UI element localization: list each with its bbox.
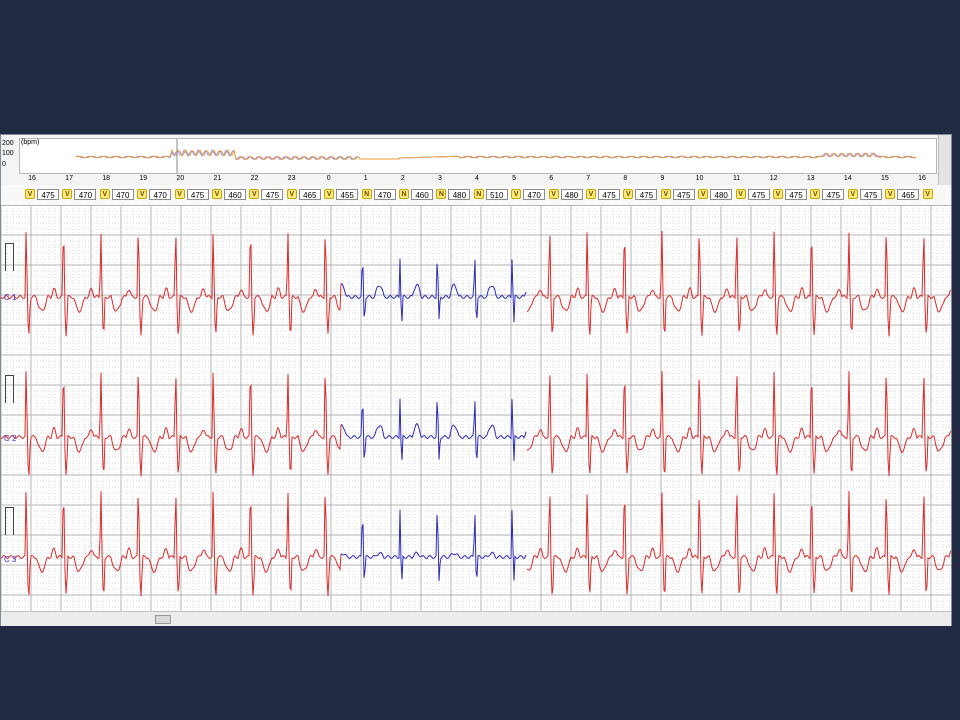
- trend-hour-label: 1: [363, 175, 368, 182]
- beat-type-tag[interactable]: V: [810, 189, 821, 199]
- trend-y-label-bottom: 0: [2, 161, 6, 168]
- trend-plot-area[interactable]: [19, 138, 937, 174]
- rr-interval-value: 470: [149, 189, 172, 200]
- rr-interval-value: 475: [635, 189, 658, 200]
- beat-type-tag[interactable]: V: [660, 189, 671, 199]
- rr-interval-value: 455: [336, 189, 359, 200]
- trend-hour-label: 8: [623, 175, 628, 182]
- beat-type-tag[interactable]: V: [324, 189, 335, 199]
- trend-hour-label: 0: [326, 175, 331, 182]
- rr-interval-value: 470: [111, 189, 134, 200]
- rr-interval-value: 475: [747, 189, 770, 200]
- trend-y-label-top: 200: [2, 140, 14, 147]
- trend-hour-label: 6: [549, 175, 554, 182]
- rr-interval-value: 470: [523, 189, 546, 200]
- trend-hour-label: 9: [660, 175, 665, 182]
- beat-type-tag[interactable]: V: [286, 189, 297, 199]
- beat-type-tag[interactable]: V: [174, 189, 185, 199]
- beat-type-tag[interactable]: V: [885, 189, 896, 199]
- beat-type-tag[interactable]: V: [62, 189, 73, 199]
- trend-hour-label: 7: [586, 175, 591, 182]
- trend-hour-label: 22: [250, 175, 259, 182]
- beat-type-tag[interactable]: V: [623, 189, 634, 199]
- rr-interval-value: 480: [710, 189, 733, 200]
- beat-type-tag[interactable]: V: [25, 189, 35, 199]
- beat-type-tag[interactable]: V: [511, 189, 522, 199]
- beat-type-tag[interactable]: V: [698, 189, 709, 199]
- rr-interval-value: 480: [448, 189, 471, 200]
- beat-type-tag[interactable]: V: [586, 189, 596, 199]
- trend-hour-label: 3: [437, 175, 442, 182]
- rr-interval-value: 465: [298, 189, 321, 200]
- trend-hour-label: 13: [806, 175, 815, 182]
- channel-label-c1: C 1: [4, 293, 17, 302]
- ecg-trace-channel-2: [0, 371, 952, 477]
- trend-line: [75, 148, 917, 161]
- beat-type-tag[interactable]: V: [249, 189, 260, 199]
- rr-interval-value: 480: [560, 189, 583, 200]
- calibration-pulse-icon: [5, 243, 14, 271]
- beat-type-tag[interactable]: V: [548, 189, 559, 199]
- beat-type-tag[interactable]: N: [436, 189, 447, 199]
- trend-hour-label: 15: [881, 175, 889, 182]
- beat-type-tag[interactable]: V: [922, 189, 933, 199]
- trend-hour-label: 5: [512, 175, 517, 182]
- beat-type-tag[interactable]: V: [137, 189, 148, 199]
- holter-viewer-window: 200 100 0 (bpm) 16 17 18 19 20 21 22 23 0 1 2 3 4 5 6 7…: [0, 134, 952, 626]
- horizontal-scrollbar[interactable]: [1, 611, 951, 626]
- channel-label-c3: C 3: [4, 555, 17, 564]
- trend-hour-label: 18: [102, 175, 111, 182]
- trend-hour-label: 2: [400, 175, 405, 182]
- rr-interval-value: 475: [672, 189, 695, 200]
- beat-type-tag[interactable]: N: [361, 189, 372, 199]
- beat-annotation-bar: V 475 V 470 V 470 V 470 V 475 V 460 V 475 V 465 V 455 N 470…: [1, 185, 951, 206]
- trend-hour-label: 20: [176, 175, 185, 182]
- trend-hour-label: 19: [139, 175, 148, 182]
- beat-type-tag[interactable]: V: [773, 189, 783, 199]
- trend-hour-label: 11: [732, 175, 741, 182]
- trend-hour-label: 12: [769, 175, 778, 182]
- trend-unit-label: (bpm): [21, 139, 40, 146]
- trend-scrollbar[interactable]: [938, 135, 951, 185]
- heart-rate-trend-panel[interactable]: 200 100 0 (bpm) 16 17 18 19 20 21 22 23 0 1 2 3 4 5 6 7…: [1, 135, 951, 186]
- beat-type-tag[interactable]: N: [473, 189, 484, 199]
- scrollbar-thumb[interactable]: [155, 615, 171, 624]
- rr-interval-value: 475: [822, 189, 845, 200]
- rr-interval-value: 475: [37, 189, 59, 200]
- trend-hour-label: 21: [213, 175, 222, 182]
- rr-interval-value: 475: [859, 189, 882, 200]
- beat-type-tag[interactable]: V: [212, 189, 222, 199]
- rr-interval-value: 465: [897, 189, 920, 200]
- trend-hour-label: 16: [918, 175, 926, 182]
- rr-interval-value: 475: [785, 189, 807, 200]
- beat-type-tag[interactable]: N: [399, 189, 409, 199]
- beat-type-tag[interactable]: V: [847, 189, 858, 199]
- rr-interval-value: 510: [485, 189, 508, 200]
- trend-hour-label: 23: [287, 175, 296, 182]
- trend-hour-label: 14: [843, 175, 852, 182]
- rr-interval-value: 470: [373, 189, 396, 200]
- calibration-pulse-icon: [5, 507, 14, 535]
- beat-type-tag[interactable]: V: [735, 189, 746, 199]
- calibration-pulse-icon: [5, 375, 14, 403]
- trend-hour-label: 16: [28, 175, 36, 182]
- rr-interval-value: 475: [598, 189, 620, 200]
- trend-y-label-mid: 100: [2, 150, 14, 157]
- ecg-grid-svg: [0, 204, 952, 611]
- beat-type-tag[interactable]: V: [99, 189, 110, 199]
- channel-label-c2: C 2: [4, 434, 17, 443]
- rr-interval-value: 460: [224, 189, 246, 200]
- rr-interval-value: 475: [261, 189, 284, 200]
- trend-hour-label: 17: [65, 175, 73, 182]
- trend-hour-label: 10: [695, 175, 704, 182]
- rr-interval-value: 470: [74, 189, 97, 200]
- ecg-strip[interactable]: C 1 C 2 C 3: [0, 204, 952, 611]
- trend-plot-svg: [75, 139, 917, 173]
- rr-interval-value: 460: [411, 189, 433, 200]
- rr-interval-value: 475: [186, 189, 209, 200]
- trend-hour-label: 4: [475, 175, 479, 182]
